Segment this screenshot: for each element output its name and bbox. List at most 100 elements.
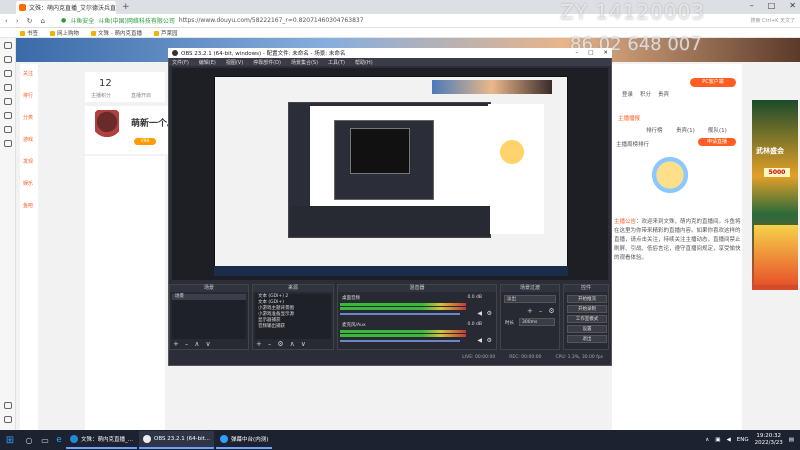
taskbar-item-danmaku[interactable]: 弹幕中台(内测): [216, 431, 273, 449]
sidebar-icon[interactable]: [4, 70, 12, 77]
close-icon[interactable]: ✕: [789, 1, 796, 10]
taskbar-item-obs[interactable]: OBS 23.2.1 (64-bit...: [139, 431, 215, 449]
side-nav-item[interactable]: 发现: [18, 158, 38, 165]
side-nav-item[interactable]: 鱼吧: [18, 202, 38, 209]
clock[interactable]: 19:20:32 2022/3/23: [755, 433, 783, 447]
menu-help[interactable]: 帮助(H): [355, 59, 373, 66]
scene-item[interactable]: 场景: [172, 294, 246, 300]
ie-icon[interactable]: e: [52, 435, 66, 445]
bookmark-item[interactable]: 文殊 - 萌内克直播: [91, 29, 142, 37]
windows-start-icon[interactable]: ⊞: [0, 430, 20, 450]
add-icon[interactable]: +: [527, 307, 533, 315]
side-nav-item[interactable]: 游戏: [18, 136, 38, 143]
taskbar-item-browser[interactable]: 文殊：萌内克直播_...: [66, 431, 137, 449]
transition-select[interactable]: 淡出: [504, 295, 556, 303]
sidebar-settings-icon[interactable]: [4, 416, 12, 423]
reload-icon[interactable]: ↻: [27, 17, 33, 25]
sidebar-icon[interactable]: [4, 112, 12, 119]
apply-stream-button[interactable]: 申请直播: [698, 138, 736, 146]
notification-icon[interactable]: ▤: [789, 437, 794, 443]
url-company: 斗鱼(中国)网络科技有限公司: [98, 18, 175, 25]
browser-search[interactable]: 搜索 Ctrl+K 天文了: [750, 17, 795, 24]
move-up-icon[interactable]: ∧: [194, 340, 199, 348]
network-icon[interactable]: ▣: [715, 437, 720, 443]
tab-fleet[interactable]: 舰队(1): [708, 126, 727, 134]
tab-anchor-news[interactable]: 主播播报: [618, 114, 640, 122]
chibi-illustration: [640, 148, 700, 208]
obs-titlebar: OBS 23.2.1 (64-bit, windows) - 配置文件: 未命名…: [168, 48, 612, 58]
gear-icon[interactable]: ⚙: [548, 307, 554, 315]
start-streaming-button[interactable]: 开始推流: [567, 295, 607, 303]
move-up-icon[interactable]: ∧: [290, 340, 295, 348]
add-icon[interactable]: +: [173, 340, 179, 348]
right-link[interactable]: 贵宾: [658, 90, 669, 98]
move-down-icon[interactable]: ∨: [301, 340, 306, 348]
right-link[interactable]: 登录: [622, 90, 633, 98]
exit-button[interactable]: 退出: [567, 335, 607, 343]
anchor-stats: 12 主播积分 直播开启: [85, 72, 165, 102]
bookmark-item[interactable]: 芦莱园: [154, 29, 178, 37]
menu-file[interactable]: 文件(F): [172, 59, 189, 66]
transition-controls: + – ⚙: [527, 307, 555, 315]
search-icon[interactable]: ○: [20, 436, 38, 445]
maximize-icon[interactable]: □: [588, 50, 593, 56]
sidebar-icon[interactable]: [4, 140, 12, 147]
new-tab-button[interactable]: +: [122, 2, 130, 12]
volume-slider[interactable]: [340, 313, 460, 315]
sidebar-icon[interactable]: [4, 56, 12, 63]
menu-tools[interactable]: 工具(T): [328, 59, 345, 66]
add-icon[interactable]: +: [256, 340, 262, 348]
menu-docks[interactable]: 停靠部件(D): [253, 59, 281, 66]
studio-mode-button[interactable]: 工作室模式: [567, 315, 607, 323]
side-nav-item[interactable]: 娱乐: [18, 180, 38, 187]
sidebar-icon[interactable]: [4, 126, 12, 133]
task-view-icon[interactable]: ▭: [38, 436, 52, 445]
right-link[interactable]: 积分: [640, 90, 651, 98]
remove-icon[interactable]: –: [185, 340, 189, 348]
remove-icon[interactable]: –: [268, 340, 272, 348]
menu-scene-collection[interactable]: 场景集合(S): [291, 59, 318, 66]
side-advertisement-2[interactable]: [754, 225, 798, 285]
volume-slider[interactable]: [340, 340, 460, 342]
settings-button[interactable]: 设置: [567, 325, 607, 333]
sidebar-icon[interactable]: [4, 98, 12, 105]
chevron-up-icon[interactable]: ∧: [705, 437, 709, 443]
back-icon[interactable]: ‹: [5, 17, 8, 25]
minimize-icon[interactable]: –: [575, 50, 578, 56]
sidebar-add-icon[interactable]: [4, 402, 12, 409]
speaker-icon[interactable]: ◀: [477, 337, 482, 344]
menu-view[interactable]: 视图(V): [226, 59, 243, 66]
bookmark-item[interactable]: 网上购物: [50, 29, 79, 37]
speaker-icon[interactable]: ◀: [477, 310, 482, 317]
side-nav-item[interactable]: 分类: [18, 114, 38, 121]
gear-icon[interactable]: ⚙: [487, 310, 492, 317]
source-item[interactable]: 音频输出捕获: [255, 324, 331, 330]
transitions-dock: 场景过渡 淡出 + – ⚙ 时长 300ms: [500, 284, 560, 350]
volume-icon[interactable]: ◀: [727, 437, 731, 443]
obs-logo-icon: [172, 50, 178, 56]
sidebar-icon[interactable]: [4, 42, 12, 49]
input-language[interactable]: ENG: [737, 437, 749, 443]
maximize-icon[interactable]: □: [768, 1, 776, 10]
pc-client-button[interactable]: PC客户端: [690, 78, 736, 87]
duration-input[interactable]: 300ms: [519, 318, 555, 326]
home-icon[interactable]: ⌂: [41, 17, 45, 25]
move-down-icon[interactable]: ∨: [206, 340, 211, 348]
gear-icon[interactable]: ⚙: [487, 337, 492, 344]
start-recording-button[interactable]: 开始录制: [567, 305, 607, 313]
gear-icon[interactable]: ⚙: [277, 340, 283, 348]
forward-icon[interactable]: ›: [16, 17, 19, 25]
close-icon[interactable]: ✕: [603, 50, 608, 56]
tab-vip[interactable]: 贵宾(1): [676, 126, 695, 134]
side-nav-item[interactable]: 关注: [18, 70, 38, 77]
dock-title: 场景过渡: [501, 285, 559, 292]
remove-icon[interactable]: –: [539, 307, 543, 315]
bookmark-item[interactable]: 书签: [20, 29, 38, 37]
browser-tab[interactable]: 文殊：萌内克直播_艾尔德沃兵直播 ×: [16, 1, 116, 14]
side-nav-item[interactable]: 排行: [18, 92, 38, 99]
sidebar-icon[interactable]: [4, 84, 12, 91]
tab-rank[interactable]: 排行榜: [646, 126, 663, 134]
menu-edit[interactable]: 编辑(E): [199, 59, 216, 66]
streamer-avatar[interactable]: [95, 110, 119, 144]
minimize-icon[interactable]: –: [750, 1, 754, 10]
